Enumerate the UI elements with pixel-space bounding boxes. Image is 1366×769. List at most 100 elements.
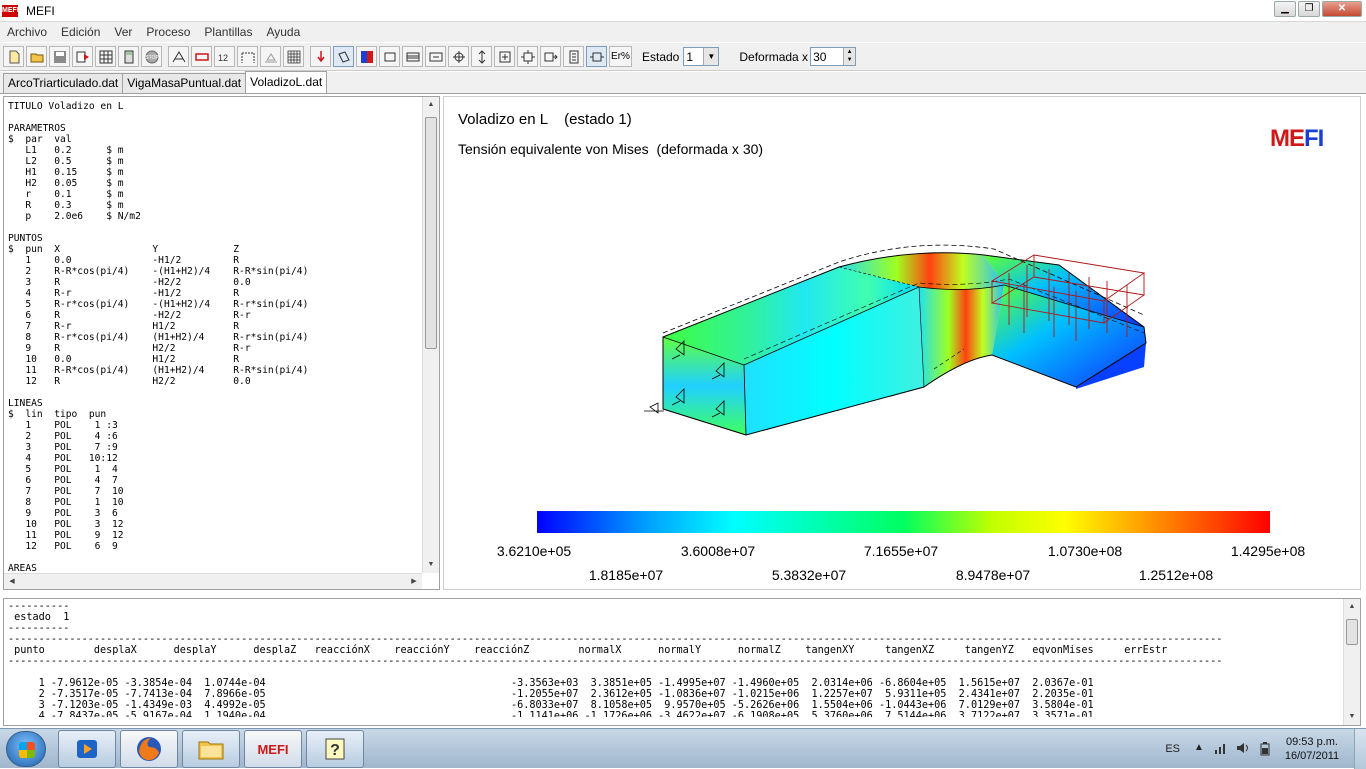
scale-label: 3.6210e+05	[496, 543, 572, 559]
menu-archivo[interactable]: Archivo	[0, 25, 54, 39]
tab-viga-masa-puntual[interactable]: VigaMasaPuntual.dat	[122, 73, 247, 93]
scale-label: 5.3832e+07	[771, 567, 847, 583]
menu-proceso[interactable]: Proceso	[139, 25, 197, 39]
window-controls: ▁ ❐ ✕	[1272, 1, 1362, 17]
scale-label: 3.6008e+07	[680, 543, 756, 559]
pan-icon[interactable]	[517, 46, 538, 67]
menu-ver[interactable]: Ver	[107, 25, 139, 39]
firefox-icon[interactable]	[120, 730, 178, 768]
deformed-model[interactable]	[444, 97, 1362, 497]
mefi-icon[interactable]: MEFI	[244, 730, 302, 768]
estado-value: 1	[686, 49, 694, 64]
color-scale-bar	[537, 511, 1270, 533]
battery-icon[interactable]	[1258, 742, 1272, 756]
maximize-button[interactable]: ❐	[1298, 1, 1320, 17]
source-vertical-scrollbar[interactable]: ▲ ▼	[422, 97, 439, 573]
layers-icon[interactable]	[402, 46, 423, 67]
zoom-icon[interactable]	[471, 46, 492, 67]
color-map-icon[interactable]	[356, 46, 377, 67]
deformada-value[interactable]: 30	[813, 50, 826, 64]
scale-label: 1.8185e+07	[588, 567, 664, 583]
box-icon[interactable]	[379, 46, 400, 67]
scroll-left-icon[interactable]: ◀	[4, 574, 20, 590]
volume-icon[interactable]	[1236, 742, 1250, 756]
system-tray: ES ▲ 09:53 p.m. 16/07/2011	[1165, 729, 1366, 769]
scroll-up-icon[interactable]: ▲	[423, 97, 439, 113]
rotate-icon[interactable]	[333, 46, 354, 67]
load-icon[interactable]	[310, 46, 331, 67]
tab-voladizo-l[interactable]: VoladizoL.dat	[245, 71, 328, 93]
scale-label: 1.4295e+08	[1230, 543, 1306, 559]
clock-date: 16/07/2011	[1284, 750, 1340, 762]
scroll-thumb[interactable]	[425, 117, 437, 349]
results-text[interactable]: ---------- estado 1 ---------- ---------…	[8, 601, 1338, 717]
clock[interactable]: 09:53 p.m. 16/07/2011	[1280, 735, 1344, 763]
windows-logo-icon	[19, 742, 35, 758]
stop-icon[interactable]: STOP	[141, 46, 162, 67]
geometry-icon[interactable]	[168, 46, 189, 67]
media-player-icon[interactable]	[58, 730, 116, 768]
menu-bar: Archivo Edición Ver Proceso Plantillas A…	[0, 22, 1366, 42]
scale-label: 7.1655e+07	[863, 543, 939, 559]
graphics-view[interactable]: Voladizo en L (estado 1) Tensión equival…	[443, 96, 1361, 590]
chevron-down-icon[interactable]: ▼	[703, 48, 719, 65]
file-tabs: ArcoTriarticulado.dat VigaMasaPuntual.da…	[0, 71, 1366, 94]
language-indicator[interactable]: ES	[1165, 743, 1180, 755]
help-icon[interactable]: ?	[306, 730, 364, 768]
grid-icon[interactable]	[283, 46, 304, 67]
mesh-icon[interactable]	[95, 46, 116, 67]
title-bar: MEFI MEFI ▁ ❐ ✕	[0, 0, 1366, 22]
taskbar: MEFI ? ES ▲ 09:53 p.m. 16/07/2011	[0, 728, 1366, 769]
bend-side-face	[919, 285, 1004, 387]
network-icon[interactable]	[1214, 742, 1228, 756]
elements-icon[interactable]	[191, 46, 212, 67]
tab-arco-triarticulado[interactable]: ArcoTriarticulado.dat	[3, 73, 124, 93]
source-text[interactable]: TITULO Voladizo en L PARAMETROS $ par va…	[8, 101, 422, 571]
scroll-thumb[interactable]	[1346, 619, 1358, 645]
scale-label: 1.2512e+08	[1138, 567, 1214, 583]
menu-plantillas[interactable]: Plantillas	[197, 25, 259, 39]
spinner-arrows-icon[interactable]: ▲ ▼	[843, 48, 856, 65]
scale-label: 1.0730e+08	[1047, 543, 1123, 559]
scroll-down-icon[interactable]: ▼	[1344, 709, 1360, 725]
scroll-up-icon[interactable]: ▲	[1344, 599, 1360, 615]
save-icon[interactable]	[49, 46, 70, 67]
app-logo-icon: MEFI	[2, 4, 19, 17]
supports-icon[interactable]	[260, 46, 281, 67]
move-icon[interactable]	[448, 46, 469, 67]
results-vertical-scrollbar[interactable]: ▲ ▼	[1343, 599, 1360, 725]
fit-icon[interactable]	[494, 46, 515, 67]
help-glyph: ?	[330, 742, 340, 759]
scroll-down-icon[interactable]: ▼	[423, 557, 439, 573]
show-desktop-button[interactable]	[1354, 729, 1366, 769]
error-percent-button[interactable]: Er%	[609, 46, 632, 67]
open-file-icon[interactable]	[26, 46, 47, 67]
toolbar: STOP 12 Er% Estado 1 ▼ Deformada x 30 ▲ ▼	[0, 43, 1366, 71]
next-icon[interactable]	[540, 46, 561, 67]
source-editor[interactable]: TITULO Voladizo en L PARAMETROS $ par va…	[3, 96, 440, 590]
svg-text:STOP: STOP	[145, 55, 159, 61]
view-icon[interactable]	[586, 46, 607, 67]
window-title: MEFI	[26, 3, 55, 18]
folder-icon[interactable]	[182, 730, 240, 768]
close-button[interactable]: ✕	[1322, 1, 1362, 17]
deformada-stepper[interactable]: 30 ▲ ▼	[810, 47, 857, 66]
deformada-label: Deformada x	[739, 49, 809, 64]
scroll-right-icon[interactable]: ▶	[406, 574, 422, 590]
source-horizontal-scrollbar[interactable]: ◀ ▶	[4, 573, 422, 589]
calculator-icon[interactable]	[118, 46, 139, 67]
fit-window-icon[interactable]	[563, 46, 584, 67]
new-file-icon[interactable]	[3, 46, 24, 67]
clock-time: 09:53 p.m.	[1286, 736, 1338, 748]
show-hidden-icon[interactable]: ▲	[1192, 742, 1206, 756]
table-icon[interactable]	[425, 46, 446, 67]
lines-icon[interactable]	[237, 46, 258, 67]
menu-ayuda[interactable]: Ayuda	[259, 25, 307, 39]
numbering-icon[interactable]: 12	[214, 46, 235, 67]
start-button[interactable]	[6, 731, 46, 767]
results-output[interactable]: ---------- estado 1 ---------- ---------…	[3, 598, 1361, 726]
minimize-button[interactable]: ▁	[1274, 1, 1296, 17]
run-icon[interactable]	[72, 46, 93, 67]
menu-edicion[interactable]: Edición	[54, 25, 107, 39]
estado-select[interactable]: 1 ▼	[683, 47, 720, 66]
